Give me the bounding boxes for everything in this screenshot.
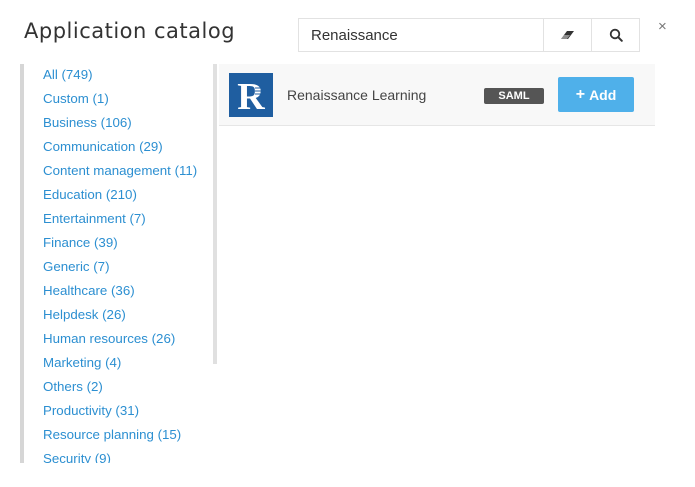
search-input[interactable] <box>299 19 543 51</box>
page-title: Application catalog <box>24 19 236 43</box>
category-human-resources[interactable]: Human resources (26) <box>24 327 218 351</box>
category-others[interactable]: Others (2) <box>24 375 218 399</box>
search-icon <box>609 28 623 42</box>
category-communication[interactable]: Communication (29) <box>24 135 218 159</box>
category-generic[interactable]: Generic (7) <box>24 255 218 279</box>
search-box <box>298 18 640 52</box>
add-button-label: Add <box>589 86 617 103</box>
category-productivity[interactable]: Productivity (31) <box>24 399 218 423</box>
close-icon[interactable]: × <box>658 19 667 34</box>
sidebar-scrollbar[interactable] <box>213 64 217 364</box>
category-healthcare[interactable]: Healthcare (36) <box>24 279 218 303</box>
category-all[interactable]: All (749) <box>24 64 218 87</box>
app-logo-letter: R <box>237 76 265 117</box>
add-app-button[interactable]: + Add <box>558 77 634 112</box>
plus-icon: + <box>575 85 586 103</box>
app-result-row: R Renaissance Learning SAML + Add <box>219 64 655 126</box>
category-finance[interactable]: Finance (39) <box>24 231 218 255</box>
category-custom[interactable]: Custom (1) <box>24 87 218 111</box>
category-education[interactable]: Education (210) <box>24 183 218 207</box>
category-entertainment[interactable]: Entertainment (7) <box>24 207 218 231</box>
search-button[interactable] <box>591 19 639 51</box>
eraser-icon <box>560 31 574 39</box>
clear-search-button[interactable] <box>543 19 591 51</box>
category-resource-planning[interactable]: Resource planning (15) <box>24 423 218 447</box>
category-security[interactable]: Security (9) <box>24 447 218 463</box>
app-name: Renaissance Learning <box>287 87 427 103</box>
category-helpdesk[interactable]: Helpdesk (26) <box>24 303 218 327</box>
category-content-management[interactable]: Content management (11) <box>24 159 218 183</box>
category-sidebar: All (749) Custom (1) Business (106) Comm… <box>20 64 218 463</box>
category-business[interactable]: Business (106) <box>24 111 218 135</box>
category-marketing[interactable]: Marketing (4) <box>24 351 218 375</box>
renaissance-logo: R <box>229 73 273 117</box>
protocol-badge: SAML <box>484 88 544 104</box>
